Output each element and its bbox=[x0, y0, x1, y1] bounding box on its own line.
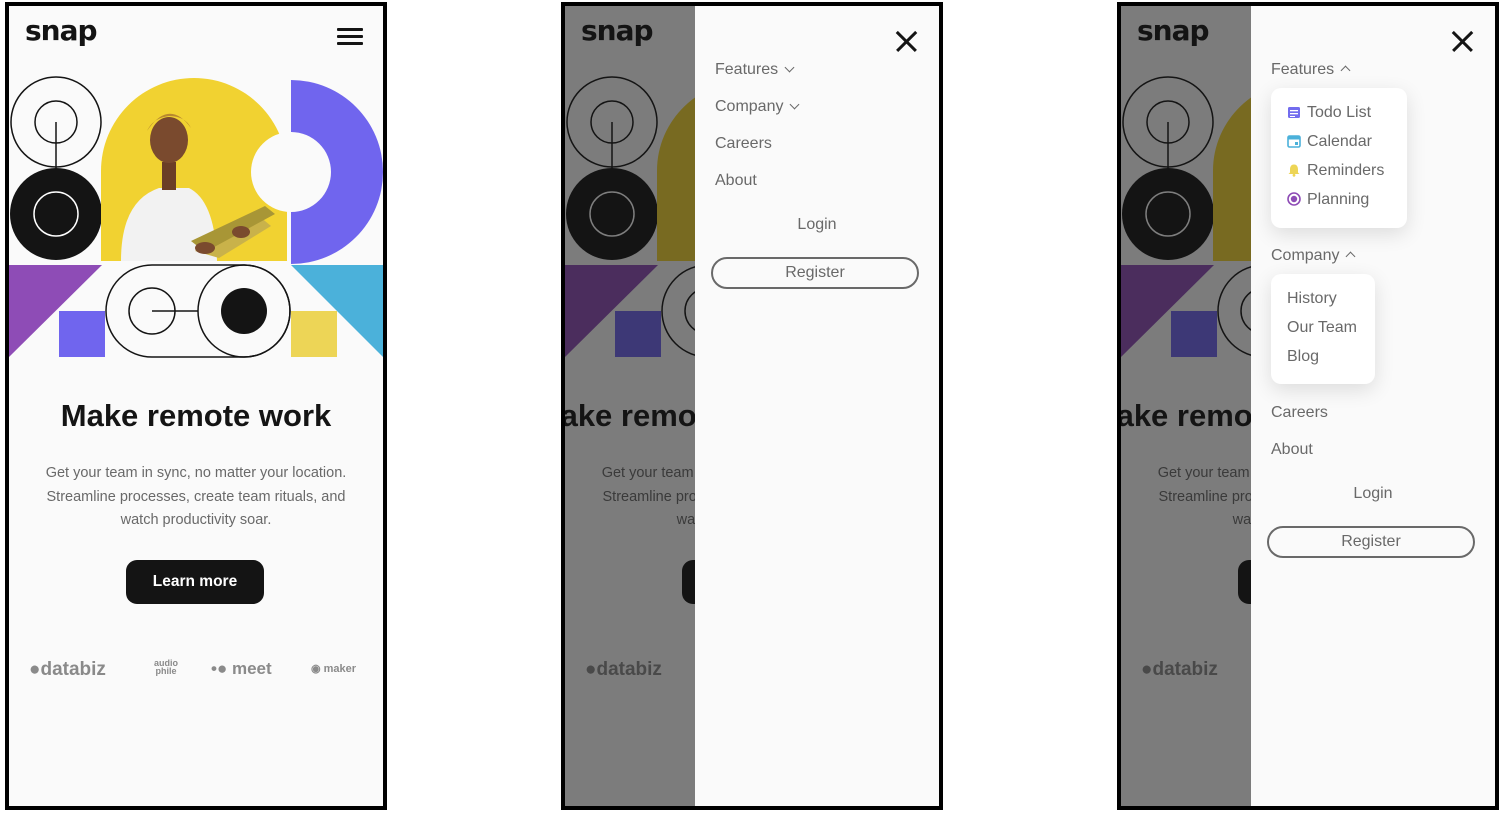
nav-item-company[interactable]: Company bbox=[1271, 247, 1356, 265]
submenu-item-planning[interactable]: Planning bbox=[1287, 191, 1369, 209]
bell-icon bbox=[1288, 164, 1300, 177]
phone-landing: snap Make remote work Get your team in s… bbox=[5, 2, 387, 810]
client-logo-audiophile: audio phile bbox=[154, 658, 178, 676]
brand-logo[interactable]: snap bbox=[25, 14, 98, 47]
nav-item-about[interactable]: About bbox=[1271, 441, 1313, 459]
submenu-item-todo-list[interactable]: Todo List bbox=[1287, 104, 1371, 122]
client-logo-maker: ◉ maker bbox=[311, 663, 357, 675]
phone-menu-expanded: snap Make remote work Get your team in s… bbox=[1117, 2, 1499, 810]
chevron-up-icon bbox=[1346, 251, 1356, 262]
submenu-item-blog[interactable]: Blog bbox=[1287, 348, 1319, 366]
nav-item-features[interactable]: Features bbox=[715, 61, 795, 79]
submenu-item-reminders[interactable]: Reminders bbox=[1287, 162, 1384, 180]
client-logo-databiz: ●databiz bbox=[29, 659, 106, 680]
submenu-item-history[interactable]: History bbox=[1287, 290, 1337, 308]
calendar-icon bbox=[1287, 135, 1301, 148]
submenu-item-our-team[interactable]: Our Team bbox=[1287, 319, 1357, 337]
client-logo-meet: •● meet bbox=[211, 659, 272, 678]
close-icon[interactable] bbox=[895, 30, 917, 52]
client-logos: ●databiz audio phile •● meet ◉ maker bbox=[9, 654, 383, 684]
submenu-item-calendar[interactable]: Calendar bbox=[1287, 133, 1372, 151]
login-link[interactable]: Login bbox=[695, 216, 939, 234]
nav-drawer: Features Company Careers About Login Reg… bbox=[695, 6, 939, 806]
nav-item-careers[interactable]: Careers bbox=[1271, 404, 1328, 422]
menu-backdrop-overlay[interactable] bbox=[1121, 6, 1251, 806]
close-icon[interactable] bbox=[1451, 30, 1473, 52]
chevron-up-icon bbox=[1340, 65, 1351, 76]
nav-item-about[interactable]: About bbox=[715, 172, 757, 190]
register-button[interactable]: Register bbox=[1267, 526, 1475, 558]
nav-item-features[interactable]: Features bbox=[1271, 61, 1351, 79]
hero-headline: Make remote work bbox=[60, 398, 332, 433]
company-submenu: History Our Team Blog bbox=[1271, 274, 1375, 384]
nav-drawer: Features Todo List Calendar Reminders Pl… bbox=[1251, 6, 1495, 806]
nav-item-company[interactable]: Company bbox=[715, 98, 800, 116]
learn-more-button[interactable]: Learn more bbox=[126, 560, 264, 604]
login-link[interactable]: Login bbox=[1251, 485, 1495, 503]
register-button[interactable]: Register bbox=[711, 257, 919, 289]
phone-menu-collapsed: snap Make remote work Get your team in s… bbox=[561, 2, 943, 810]
menu-backdrop-overlay[interactable] bbox=[565, 6, 695, 806]
planning-icon bbox=[1287, 192, 1301, 206]
todo-icon bbox=[1288, 107, 1300, 118]
chevron-down-icon bbox=[790, 99, 800, 110]
features-submenu: Todo List Calendar Reminders Planning bbox=[1271, 88, 1407, 228]
hero-subtext: Get your team in sync, no matter your lo… bbox=[45, 465, 347, 528]
nav-item-careers[interactable]: Careers bbox=[715, 135, 772, 153]
hamburger-menu-icon[interactable] bbox=[337, 28, 363, 46]
chevron-down-icon bbox=[784, 62, 795, 73]
hero-illustration bbox=[9, 76, 383, 358]
